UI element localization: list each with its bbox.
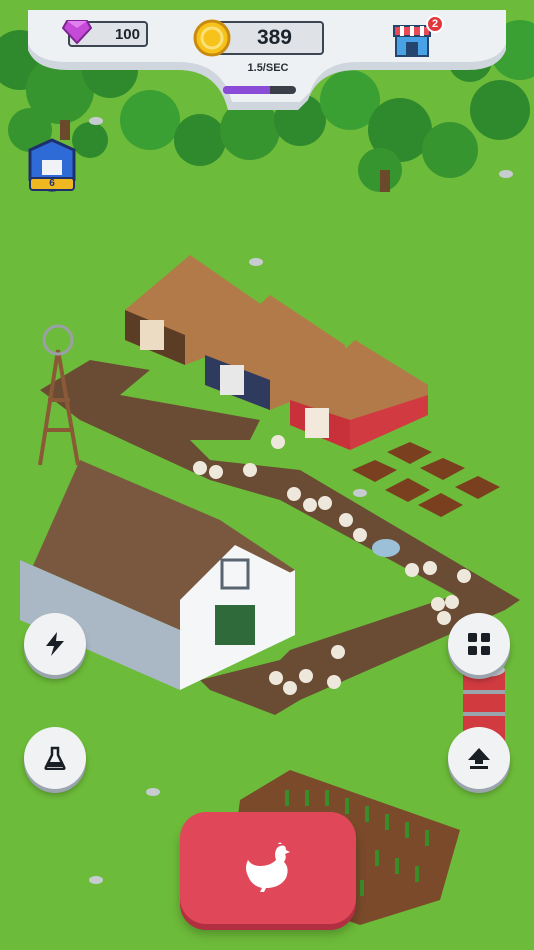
shop-notification-badge: 2: [426, 15, 444, 33]
grid-icon: [468, 633, 490, 655]
farm-scene: [0, 0, 534, 950]
farmer-pig: [372, 539, 400, 557]
top-hud: 100 389 1.5/SEC 2: [28, 10, 506, 110]
coin-icon: [193, 19, 231, 57]
coin-count: 389: [256, 26, 292, 49]
menu-grid-button[interactable]: [448, 613, 510, 675]
boost-button[interactable]: [24, 613, 86, 675]
chicken-icon: [246, 842, 290, 892]
main-action-button[interactable]: [180, 812, 356, 924]
crest-level: 6: [49, 178, 55, 189]
lightning-icon: [46, 632, 64, 656]
flask-icon: [44, 746, 66, 770]
income-rate: 1.5/SEC: [247, 62, 289, 74]
research-button[interactable]: [24, 727, 86, 789]
gem-icon[interactable]: [62, 19, 92, 45]
income-progress-fill: [223, 86, 271, 94]
upgrade-button[interactable]: [448, 727, 510, 789]
gem-count: 100: [114, 25, 140, 43]
income-progress-bar: [223, 86, 296, 94]
upload-arrow-icon: [468, 748, 490, 769]
